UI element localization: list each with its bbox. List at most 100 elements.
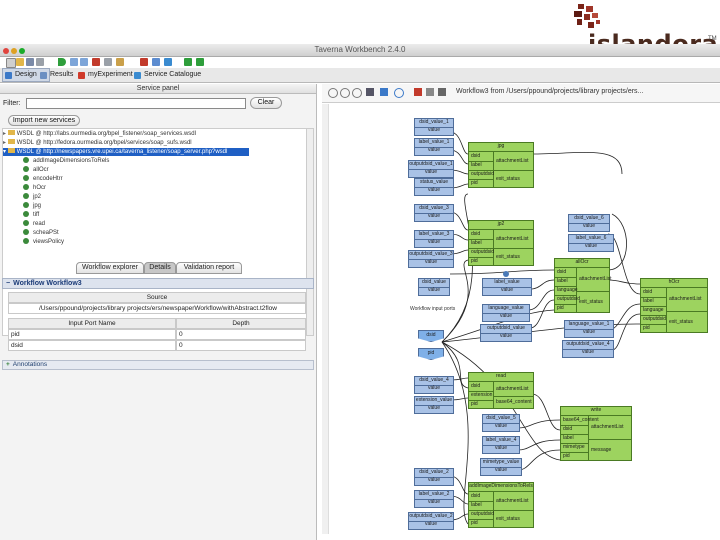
processor-read[interactable]: read dsid extension pid attachmentList base64… — [468, 372, 534, 409]
tree-leaf[interactable]: hOcr — [23, 184, 46, 192]
tree-scrollbar[interactable] — [306, 129, 313, 335]
port-node-value: value — [428, 499, 440, 505]
tree-leaf[interactable]: allOcr — [23, 166, 49, 174]
tab-service-catalogue[interactable]: Service Catalogue — [132, 69, 214, 81]
tree-leaf[interactable]: jpg — [23, 202, 41, 210]
port-node-outputdsid-value-2[interactable]: outputdsid_value_2 value — [408, 512, 454, 530]
tree-leaf[interactable]: tiff — [23, 211, 39, 219]
download-icon[interactable] — [184, 58, 192, 66]
tree-leaf[interactable]: addImageDimensionsToRels — [23, 157, 109, 165]
diagram-canvas: dsid_value_1 value label_value_1 valueoutpu… — [322, 84, 720, 540]
port-node-label-value-4[interactable]: label_value_4 value — [482, 436, 520, 454]
port-node-label-value-1[interactable]: label_value_1 value — [414, 138, 454, 156]
minimize-icon[interactable] — [11, 48, 17, 54]
port-node-value: value — [585, 243, 597, 249]
port-node-label-value-6[interactable]: label_value_6value — [568, 234, 614, 252]
workflow-input-dsid[interactable]: dsid — [418, 330, 444, 342]
tab-details[interactable]: Details — [144, 262, 176, 274]
filter-input[interactable] — [26, 98, 246, 109]
port-node-dsid-value-6[interactable]: dsid_value_6 value — [568, 214, 610, 232]
port-node-value: value — [428, 239, 440, 245]
tree-item-wsdl-1[interactable]: ▸ WSDL @ http://labs.ourmedia.org/bpel_f… — [3, 130, 196, 138]
port-node-title: label_value_6 — [575, 235, 607, 241]
processor-jp2[interactable]: jp2 dsid label outputdsid pid attachmentList e… — [468, 220, 534, 266]
port-node-language-value-1[interactable]: language_value_1 value — [564, 320, 614, 338]
processor-output-port: attachmentList — [496, 158, 529, 164]
undo-icon[interactable] — [70, 58, 78, 66]
update-icon[interactable] — [196, 58, 204, 66]
port-node-title: label_value — [494, 279, 520, 285]
port-node-dsid-value-5[interactable]: dsid_value_5 value — [482, 414, 520, 432]
col-header-port-name: Input Port Name — [8, 318, 176, 329]
port-node-title: outputdsid_value_2 — [409, 513, 453, 519]
window-controls[interactable] — [3, 46, 27, 58]
processor-hOcr[interactable]: hOcr dsid label language outputdsid pid attach… — [640, 278, 708, 333]
processor-write[interactable]: write base64_content dsid label mimetype pid a… — [560, 406, 632, 461]
port-node-mimetype-value[interactable]: mimetype_value value — [480, 458, 522, 476]
zoom-icon[interactable] — [19, 48, 25, 54]
port-node-label-value-3[interactable]: label_value_3value — [414, 230, 454, 248]
processor-jpg[interactable]: jpg dsid label outputdsid pid attachmentList e… — [468, 142, 534, 188]
port-node-outputdsid-value-3[interactable]: outputdsid_value_3 value — [408, 250, 454, 268]
port-node-language-value[interactable]: language_value value — [482, 304, 530, 322]
new-workflow-icon[interactable] — [6, 58, 16, 68]
port-node-value: value — [428, 405, 440, 411]
workflow-input-pid[interactable]: pid — [418, 348, 444, 360]
port-node-dsid-value-4[interactable]: dsid_value_4 value — [414, 376, 454, 394]
annotations-header[interactable]: + Annotations — [2, 360, 314, 370]
port-node-status-value[interactable]: status_value value — [414, 178, 454, 196]
workflow-header[interactable]: − Workflow Workflow3 — [2, 278, 314, 289]
tree-item-wsdl-2[interactable]: ▸ WSDL @ http://fedora.ourmedia.org/bpel… — [3, 139, 192, 147]
port-node-label-value-2[interactable]: label_value_2 value — [414, 490, 454, 508]
port-node-label-value[interactable]: label_value value — [482, 278, 532, 296]
port-node-outputdsid-value[interactable]: outputdsid_value value — [480, 324, 532, 342]
processor-input-port: dsid — [471, 383, 481, 389]
port-node-dsid-value-3[interactable]: dsid_value_3 value — [414, 204, 454, 222]
port-node-title: outputdsid_value_1 — [409, 161, 453, 167]
import-services-button[interactable]: Import new services — [8, 115, 80, 126]
port-node-dsid-value-2[interactable]: dsid_value_2 value — [414, 468, 454, 486]
tab-validation-report[interactable]: Validation report — [176, 262, 242, 274]
tree-leaf[interactable]: jp2 — [23, 193, 41, 201]
paste-icon[interactable] — [116, 58, 124, 66]
port-node-title: dsid_value_6 — [574, 215, 604, 221]
port-node-value: value — [428, 127, 440, 133]
processor-input-port: label — [471, 162, 482, 168]
tab-workflow-explorer[interactable]: Workflow explorer — [76, 262, 144, 274]
tree-leaf[interactable]: encodeHtrr — [23, 175, 63, 183]
close-workflow-icon[interactable] — [36, 58, 44, 66]
processor-allOcr[interactable]: allOcr dsid label language outputdsid pid atta… — [554, 258, 612, 313]
service-icon[interactable] — [164, 58, 172, 66]
processor-input-port: outputdsid — [471, 511, 495, 517]
results-icon — [40, 72, 47, 79]
run-icon[interactable] — [58, 58, 66, 66]
myexperiment-upload-icon[interactable] — [152, 58, 160, 66]
close-icon[interactable] — [3, 48, 9, 54]
open-folder-icon[interactable] — [16, 58, 24, 66]
cut-icon[interactable] — [92, 58, 100, 66]
myexperiment-icon — [78, 72, 85, 79]
window-title-bar: Taverna Workbench 2.4.0 — [0, 44, 720, 57]
processor-output-port: message — [591, 446, 612, 453]
tree-item-wsdl-3[interactable]: ▾ WSDL @ http://newspapers.vre.upei.ca/t… — [3, 148, 249, 156]
tree-leaf[interactable]: scheaPSt — [23, 229, 59, 237]
processor-addImageDimensionsToRels[interactable]: addImageDimensionsToRels dsid label outputd… — [468, 482, 534, 528]
port-node-dsid-value-1[interactable]: dsid_value_1 value — [414, 118, 454, 136]
workflow-input-label: dsid — [426, 332, 436, 338]
port-node-outputdsid-value-4[interactable]: outputdsid_value_4 value — [562, 340, 614, 358]
table-row-cell: 0 — [176, 340, 306, 351]
port-node-outputdsid-value-1[interactable]: outputdsid_value_1 value — [408, 160, 454, 178]
copy-icon[interactable] — [104, 58, 112, 66]
port-node-title: label_value_3 — [418, 231, 450, 237]
port-node-extension-value[interactable]: extension_value value — [414, 396, 454, 414]
port-node-title: language_value_1 — [568, 321, 610, 327]
clear-button[interactable]: Clear — [250, 97, 282, 109]
processor-input-port: pid — [471, 180, 478, 186]
port-node-dsid-value[interactable]: dsid_value value — [418, 278, 450, 296]
processor-input-port: dsid — [471, 153, 481, 159]
tree-leaf[interactable]: read — [23, 220, 45, 228]
save-icon[interactable] — [26, 58, 34, 66]
tree-leaf[interactable]: viewsPolicy — [23, 238, 64, 246]
redo-icon[interactable] — [80, 58, 88, 66]
delete-icon[interactable] — [140, 58, 148, 66]
